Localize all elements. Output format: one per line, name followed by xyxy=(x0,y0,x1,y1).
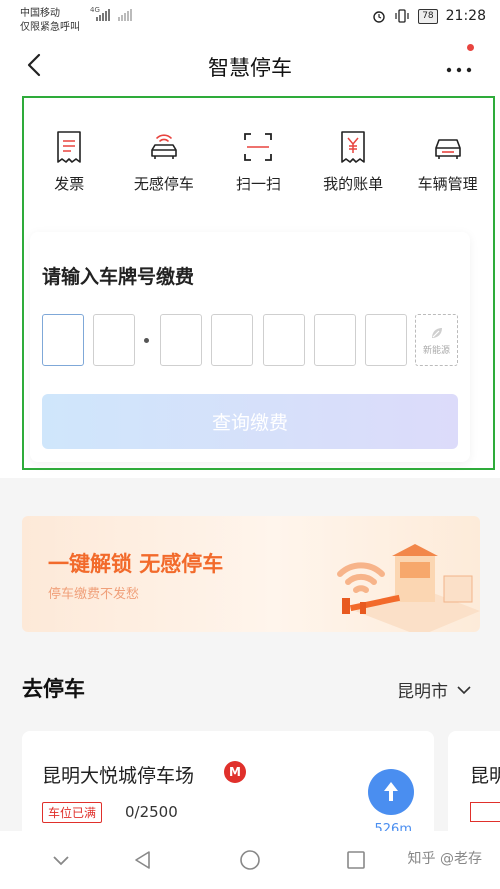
quick-action-contactless-parking[interactable]: 无感停车 xyxy=(117,130,212,202)
leaf-icon xyxy=(431,327,442,338)
invoice-icon xyxy=(57,131,82,163)
collapse-chevron-icon[interactable] xyxy=(50,849,72,871)
parking-gate-illustration xyxy=(337,544,480,632)
plate-separator-dot xyxy=(144,338,149,343)
signal-icon xyxy=(96,9,110,21)
car-icon xyxy=(434,139,461,159)
new-energy-plate-box[interactable]: 新能源 xyxy=(415,314,458,366)
home-circle-icon[interactable] xyxy=(239,849,261,871)
quick-action-scan[interactable]: 扫一扫 xyxy=(211,130,306,202)
scan-icon xyxy=(244,133,273,161)
quick-action-vehicle-management[interactable]: 车辆管理 xyxy=(400,130,495,202)
clock: 21:28 xyxy=(445,8,486,24)
navigate-button[interactable] xyxy=(368,769,414,815)
quick-action-label: 扫一扫 xyxy=(235,175,281,193)
battery-level: 78 xyxy=(418,8,438,24)
quick-action-label: 发票 xyxy=(54,175,85,193)
back-triangle-icon[interactable] xyxy=(132,849,154,871)
watermark: 知乎 @老存 xyxy=(407,851,482,867)
city-label: 昆明市 xyxy=(397,682,448,702)
quick-action-label: 无感停车 xyxy=(133,175,194,193)
chevron-down-icon xyxy=(457,685,471,694)
city-selector[interactable]: 昆明市 xyxy=(397,677,472,702)
parking-lot-name: 昆明大悦城停车场 xyxy=(42,765,195,787)
quick-action-label: 车辆管理 xyxy=(417,175,478,193)
bill-icon xyxy=(341,131,365,163)
plate-char-box-5[interactable] xyxy=(263,314,305,366)
emergency-only-label: 仅限紧急呼叫 xyxy=(20,22,80,33)
quick-action-invoice[interactable]: 发票 xyxy=(22,130,117,202)
plate-char-box-6[interactable] xyxy=(314,314,356,366)
plate-char-box-3[interactable] xyxy=(160,314,202,366)
more-menu-icon[interactable] xyxy=(442,52,476,78)
new-energy-label: 新能源 xyxy=(422,345,450,356)
carrier-name: 中国移动 xyxy=(20,8,60,19)
nav-bar: 智慧停车 xyxy=(0,34,500,96)
banner-subtitle: 停车缴费不发愁 xyxy=(48,587,140,602)
plate-input-title: 请输入车牌号缴费 xyxy=(42,266,195,288)
contactless-car-icon xyxy=(151,134,177,159)
status-badge xyxy=(470,802,500,822)
recents-square-icon[interactable] xyxy=(345,849,367,871)
banner-title: 一键解锁 无感停车 xyxy=(48,552,224,576)
navigation-arrow-icon xyxy=(384,782,398,801)
quick-action-my-bills[interactable]: 我的账单 xyxy=(306,130,401,202)
page-title: 智慧停车 xyxy=(208,56,292,80)
notification-dot xyxy=(467,44,474,51)
plate-char-box-1[interactable] xyxy=(42,314,84,366)
section-title: 去停车 xyxy=(22,677,85,701)
parking-lot-name: 昆明 xyxy=(470,765,500,787)
operator-logo-icon: M xyxy=(224,761,246,783)
quick-action-label: 我的账单 xyxy=(323,175,384,193)
vibrate-icon xyxy=(395,9,409,23)
plate-char-box-4[interactable] xyxy=(211,314,253,366)
plate-char-box-7[interactable] xyxy=(365,314,407,366)
available-spaces: 0/2500 xyxy=(125,803,178,821)
status-bar: 中国移动 仅限紧急呼叫 4G 78 21:28 xyxy=(0,0,500,34)
query-payment-button[interactable]: 查询缴费 xyxy=(42,394,458,449)
status-badge: 车位已满 xyxy=(42,802,103,823)
signal-2-icon xyxy=(118,9,132,21)
plate-char-box-2[interactable] xyxy=(93,314,135,366)
quick-actions: 发票 无感停车 扫一扫 我的账单 车辆管理 xyxy=(22,130,495,202)
alarm-icon xyxy=(373,11,385,23)
promo-banner[interactable]: 一键解锁 无感停车 停车缴费不发愁 xyxy=(22,516,480,632)
